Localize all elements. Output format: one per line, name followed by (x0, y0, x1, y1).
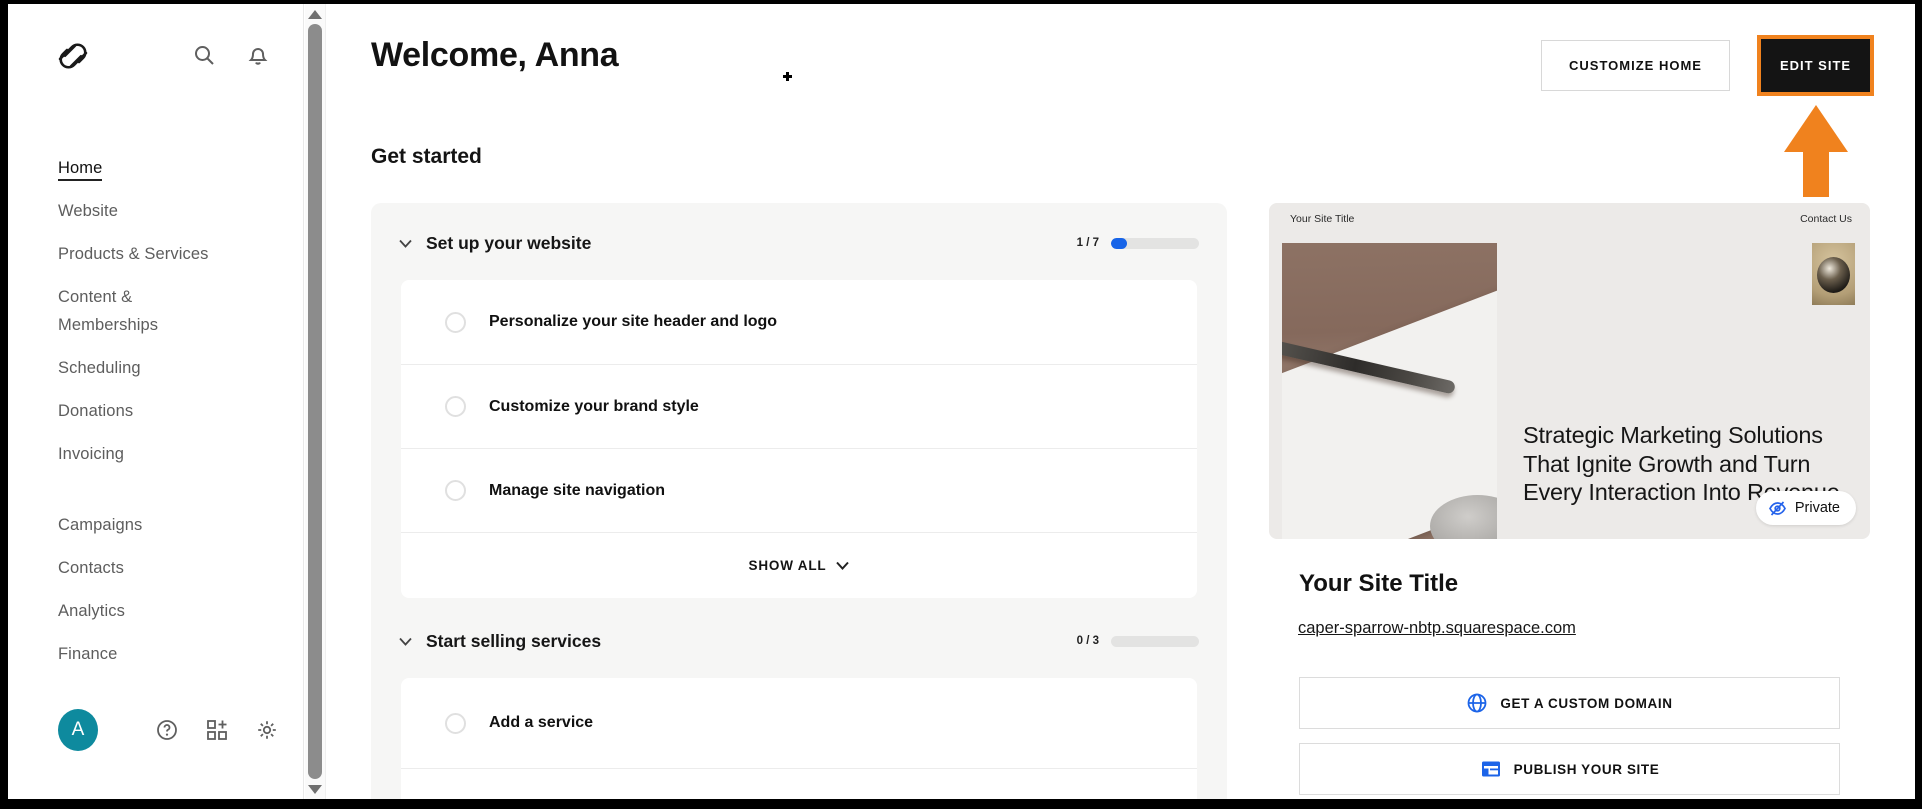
sidebar-item-home[interactable]: Home (58, 154, 226, 182)
private-status-badge: Private (1755, 491, 1856, 525)
sidebar-item-finance[interactable]: Finance (58, 640, 226, 668)
screenshot-border (1915, 0, 1922, 809)
page-title: Welcome, Anna (371, 36, 619, 74)
help-icon[interactable] (156, 719, 178, 741)
annotation-arrow-up (1784, 105, 1848, 197)
checklist-card: Add a service (401, 678, 1197, 809)
nav-divider-gap (58, 483, 268, 511)
squarespace-dashboard: Home Website Products & Services Content… (0, 0, 1922, 809)
extensions-grid-icon[interactable] (206, 719, 228, 741)
get-custom-domain-button[interactable]: GET A CUSTOM DOMAIN (1299, 677, 1840, 729)
site-preview-thumbnail[interactable]: Your Site Title Contact Us Strategic Mar… (1269, 203, 1870, 539)
site-url-link[interactable]: caper-sparrow-nbtp.squarespace.com (1298, 619, 1576, 638)
preview-secondary-image (1812, 243, 1855, 305)
sidebar: Home Website Products & Services Content… (8, 4, 304, 799)
task-checkbox-circle[interactable] (445, 480, 466, 501)
search-icon[interactable] (193, 44, 215, 66)
preview-header: Your Site Title Contact Us (1269, 203, 1870, 239)
globe-icon (1468, 693, 1487, 713)
chevron-down-icon (836, 561, 850, 570)
chevron-down-icon[interactable] (399, 239, 412, 248)
task-checkbox-circle[interactable] (445, 396, 466, 417)
progress-bar (1111, 635, 1199, 647)
sidebar-item-website[interactable]: Website (58, 197, 226, 225)
sidebar-item-content-memberships[interactable]: Content & Memberships (58, 283, 226, 339)
cursor-mark (783, 72, 792, 81)
preview-hero-image (1282, 243, 1497, 539)
preview-contact-link: Contact Us (1800, 213, 1852, 225)
account-avatar[interactable]: A (58, 709, 98, 751)
section-title: Start selling services (426, 630, 602, 651)
task-row-partial (401, 768, 1197, 809)
section-title: Set up your website (426, 232, 592, 253)
sidebar-item-products-services[interactable]: Products & Services (58, 240, 226, 268)
section-count: 0 / 3 (1076, 635, 1099, 647)
site-title-heading: Your Site Title (1299, 570, 1459, 597)
publish-site-button[interactable]: PUBLISH YOUR SITE (1299, 743, 1840, 795)
sidebar-item-analytics[interactable]: Analytics (58, 597, 226, 625)
get-started-checklist: Set up your website 1 / 7 Personalize yo… (371, 203, 1227, 809)
scrollbar-thumb[interactable] (308, 24, 322, 779)
sidebar-item-invoicing[interactable]: Invoicing (58, 440, 226, 468)
settings-gear-icon[interactable] (256, 719, 278, 741)
chevron-down-icon[interactable] (399, 637, 412, 646)
scrollbar-up-arrow[interactable] (308, 10, 322, 19)
eye-off-icon (1768, 500, 1786, 516)
sidebar-item-campaigns[interactable]: Campaigns (58, 511, 226, 539)
get-started-heading: Get started (371, 145, 482, 168)
screenshot-border (0, 0, 8, 809)
scrollbar-down-arrow[interactable] (308, 785, 322, 794)
task-row[interactable]: Personalize your site header and logo (401, 280, 1197, 364)
sidebar-item-donations[interactable]: Donations (58, 397, 226, 425)
vertical-scrollbar[interactable] (305, 4, 326, 799)
section-count: 1 / 7 (1076, 237, 1099, 249)
task-checkbox-circle[interactable] (445, 311, 466, 333)
edit-site-button[interactable]: EDIT SITE (1757, 35, 1874, 96)
checklist-section-header: Start selling services 0 / 3 (399, 626, 1199, 656)
task-row[interactable]: Add a service (401, 678, 1197, 768)
customize-home-button[interactable]: CUSTOMIZE HOME (1541, 40, 1730, 91)
checklist-section-header: Set up your website 1 / 7 (399, 228, 1199, 258)
sidebar-item-contacts[interactable]: Contacts (58, 554, 226, 582)
task-row[interactable]: Customize your brand style (401, 364, 1197, 448)
browser-window-icon (1481, 761, 1500, 777)
task-row[interactable]: Manage site navigation (401, 448, 1197, 532)
show-all-button[interactable]: SHOW ALL (401, 532, 1197, 598)
checklist-card: Personalize your site header and logo Cu… (401, 280, 1197, 598)
progress-bar (1111, 237, 1199, 249)
task-checkbox-circle[interactable] (445, 712, 466, 734)
squarespace-logo-icon[interactable] (56, 40, 90, 72)
sidebar-item-scheduling[interactable]: Scheduling (58, 354, 226, 382)
preview-site-title: Your Site Title (1290, 213, 1355, 225)
notifications-bell-icon[interactable] (247, 44, 269, 66)
sidebar-nav: Home Website Products & Services Content… (58, 154, 268, 683)
